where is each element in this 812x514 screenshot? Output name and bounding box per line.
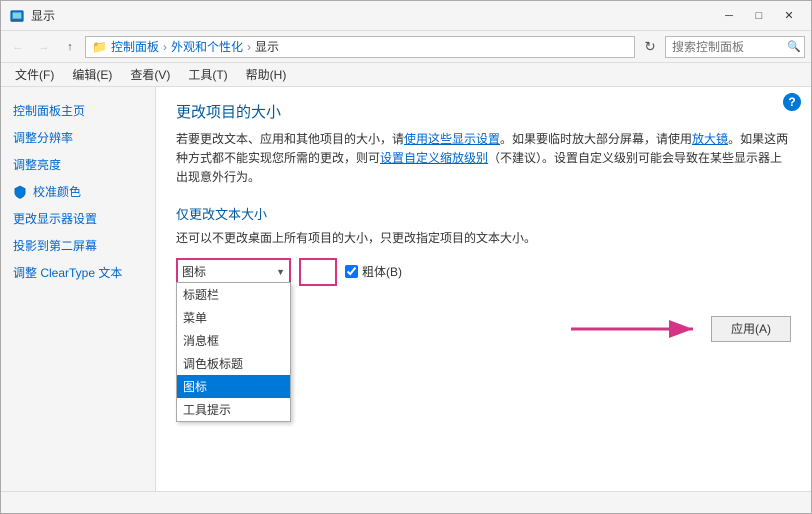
sidebar-item-home[interactable]: 控制面板主页 (1, 97, 155, 124)
bold-checkbox[interactable] (345, 265, 358, 278)
sidebar-item-brightness[interactable]: 调整亮度 (1, 151, 155, 178)
window-icon (9, 8, 25, 24)
section1-desc2: 。如果要临时放大部分屏幕，请使用 (500, 132, 692, 146)
sidebar-item-monitor-settings-label: 更改显示器设置 (13, 210, 97, 227)
dropdown-list-item-palette[interactable]: 调色板标题 (177, 352, 290, 375)
breadcrumb: 📁 控制面板 › 外观和个性化 › 显示 (85, 36, 635, 58)
section1-link2[interactable]: 放大镜 (692, 132, 728, 146)
dropdown-list-item-msgbox[interactable]: 消息框 (177, 329, 290, 352)
text-element-dropdown[interactable]: 标题栏 菜单 消息框 调色板标题 图标 工具提示 (178, 260, 289, 284)
main-window: 显示 ─ □ ✕ ← → ↑ 📁 控制面板 › 外观和个性化 › 显示 ↻ 🔍 … (0, 0, 812, 514)
section1-desc1: 若要更改文本、应用和其他项目的大小，请 (176, 132, 404, 146)
menu-edit[interactable]: 编辑(E) (64, 64, 120, 85)
bold-checkbox-text: 粗体(B) (362, 263, 402, 280)
maximize-button[interactable]: □ (745, 5, 773, 27)
window-title: 显示 (31, 7, 715, 24)
section1-title: 更改项目的大小 (176, 101, 791, 122)
menu-bar: 文件(F) 编辑(E) 查看(V) 工具(T) 帮助(H) (1, 63, 811, 87)
dropdown-list: 标题栏 菜单 消息框 调色板标题 图标 工具提示 (176, 282, 291, 422)
window-controls: ─ □ ✕ (715, 5, 803, 27)
menu-view[interactable]: 查看(V) (122, 64, 178, 85)
apply-button[interactable]: 应用(A) (711, 316, 791, 342)
search-icon: 🔍 (787, 40, 801, 53)
section2: 仅更改文本大小 还可以不更改桌面上所有项目的大小，只更改指定项目的文本大小。 (176, 204, 791, 246)
section1: 更改项目的大小 若要更改文本、应用和其他项目的大小，请使用这些显示设置。如果要临… (176, 101, 791, 188)
dropdown-list-item-tooltip[interactable]: 工具提示 (177, 398, 290, 421)
section2-desc: 还可以不更改桌面上所有项目的大小，只更改指定项目的文本大小。 (176, 229, 791, 246)
folder-icon: 📁 (92, 40, 107, 54)
bold-checkbox-label[interactable]: 粗体(B) (345, 263, 402, 280)
apply-arrow-icon (571, 317, 701, 341)
font-size-input[interactable]: 12 (301, 260, 335, 284)
dropdown-list-item-icon[interactable]: 图标 (177, 375, 290, 398)
title-bar: 显示 ─ □ ✕ (1, 1, 811, 31)
dropdown-list-item-titlebar[interactable]: 标题栏 (177, 283, 290, 306)
refresh-button[interactable]: ↻ (639, 36, 661, 58)
dropdown-list-item-menu[interactable]: 菜单 (177, 306, 290, 329)
back-button[interactable]: ← (7, 36, 29, 58)
status-bar (1, 491, 811, 513)
minimize-button[interactable]: ─ (715, 5, 743, 27)
sidebar-item-color[interactable]: 校准颜色 (1, 178, 155, 205)
sidebar-item-project[interactable]: 投影到第二屏幕 (1, 232, 155, 259)
sidebar-item-project-label: 投影到第二屏幕 (13, 237, 97, 254)
breadcrumb-display: 显示 (255, 38, 279, 55)
controls-row: 标题栏 菜单 消息框 调色板标题 图标 工具提示 ▼ 标题栏 菜单 消 (176, 258, 791, 286)
main-layout: 控制面板主页 调整分辨率 调整亮度 校准颜色 更改显示器设置 投影到第二屏 (1, 87, 811, 491)
search-wrap: 🔍 (665, 36, 805, 58)
sidebar-item-cleartype-label: 调整 ClearType 文本 (13, 264, 122, 281)
breadcrumb-controlpanel[interactable]: 控制面板 (111, 38, 159, 55)
section1-link1[interactable]: 使用这些显示设置 (404, 132, 500, 146)
breadcrumb-sep1: › (163, 40, 167, 54)
section2-title: 仅更改文本大小 (176, 204, 791, 223)
help-icon[interactable]: ? (783, 93, 801, 111)
sidebar-item-home-label: 控制面板主页 (13, 102, 85, 119)
sidebar: 控制面板主页 调整分辨率 调整亮度 校准颜色 更改显示器设置 投影到第二屏 (1, 87, 156, 491)
sidebar-item-cleartype[interactable]: 调整 ClearType 文本 (1, 259, 155, 286)
breadcrumb-sep2: › (247, 40, 251, 54)
menu-file[interactable]: 文件(F) (7, 64, 62, 85)
sidebar-item-resolution-label: 调整分辨率 (13, 129, 73, 146)
sidebar-item-monitor-settings[interactable]: 更改显示器设置 (1, 205, 155, 232)
menu-help[interactable]: 帮助(H) (238, 64, 295, 85)
sidebar-item-brightness-label: 调整亮度 (13, 156, 61, 173)
close-button[interactable]: ✕ (775, 5, 803, 27)
section1-link3[interactable]: 设置自定义缩放级别 (380, 151, 488, 165)
dropdown-wrap: 标题栏 菜单 消息框 调色板标题 图标 工具提示 ▼ 标题栏 菜单 消 (176, 258, 291, 286)
forward-button[interactable]: → (33, 36, 55, 58)
shield-icon (13, 185, 27, 199)
search-input[interactable] (665, 36, 805, 58)
up-button[interactable]: ↑ (59, 36, 81, 58)
menu-tools[interactable]: 工具(T) (180, 64, 235, 85)
sidebar-item-resolution[interactable]: 调整分辨率 (1, 124, 155, 151)
section1-desc: 若要更改文本、应用和其他项目的大小，请使用这些显示设置。如果要临时放大部分屏幕，… (176, 130, 791, 188)
breadcrumb-appearance[interactable]: 外观和个性化 (171, 38, 243, 55)
address-bar: ← → ↑ 📁 控制面板 › 外观和个性化 › 显示 ↻ 🔍 (1, 31, 811, 63)
content-area: ? 更改项目的大小 若要更改文本、应用和其他项目的大小，请使用这些显示设置。如果… (156, 87, 811, 491)
sidebar-item-color-label: 校准颜色 (33, 183, 81, 200)
